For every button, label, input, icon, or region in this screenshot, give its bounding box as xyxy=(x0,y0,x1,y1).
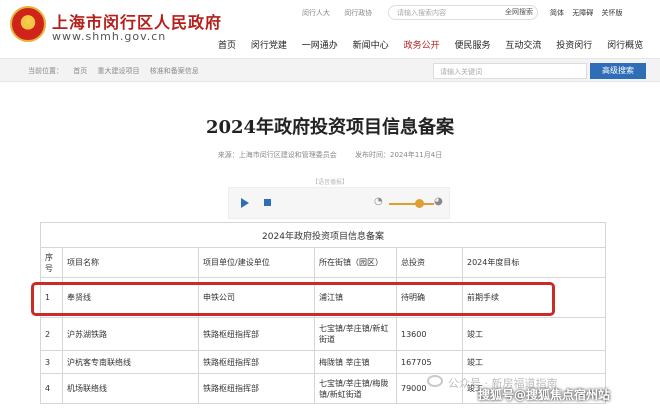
wechat-logo-icon xyxy=(427,375,443,387)
accessibility-link[interactable]: 无障碍 xyxy=(572,9,593,17)
page-title: 2024年政府投资项目信息备案 xyxy=(205,117,455,138)
nav-gov-affairs[interactable]: 政务公开 xyxy=(404,41,440,51)
cell-district: 七宝镇/莘庄镇/新虹街道 xyxy=(314,317,397,351)
table-header-row: 序号 项目名称 项目单位/建设单位 所在街镇（园区） 总投资 2024年度目标 xyxy=(40,247,606,278)
breadcrumb-approval[interactable]: 核准和备案信息 xyxy=(150,67,199,75)
cell-project-name: 沪杭客专南联络线 xyxy=(62,350,199,374)
top-links: 闵行人大 闵行政协 xyxy=(302,8,384,18)
cell-target: 竣工 xyxy=(462,317,606,351)
article-meta: 来源：上海市闵行区建设和管理委员会 发布时间：2024年11月4日 xyxy=(0,150,660,160)
watermark-sohu: 搜狐号@搜狐焦点宿州站 xyxy=(478,388,611,402)
cell-district: 七宝镇/莘庄镇/梅陇镇/新虹街道 xyxy=(314,373,397,404)
cell-index: 4 xyxy=(40,373,63,404)
care-mode-link[interactable]: 关怀版 xyxy=(601,9,622,17)
cell-index: 2 xyxy=(40,317,63,351)
site-search-button[interactable]: 全网搜索 xyxy=(500,5,538,20)
table-caption: 2024年政府投资项目信息备案 xyxy=(40,222,606,248)
breadcrumb-label: 当前位置： xyxy=(28,67,63,75)
header-index: 序号 xyxy=(40,247,63,278)
volume-high-icon: ◕ xyxy=(434,196,443,207)
header-project-name: 项目名称 xyxy=(62,247,199,278)
advanced-search-button[interactable]: 高级搜索 xyxy=(590,63,646,79)
top-link-zhengxie[interactable]: 闵行政协 xyxy=(344,9,372,17)
audio-player: ◔ ◕ xyxy=(228,187,450,219)
site-domain: www.shmh.gov.cn xyxy=(52,30,167,43)
cell-investment: 167705 xyxy=(396,350,463,374)
cell-target: 竣工 xyxy=(462,350,606,374)
lang-simplified[interactable]: 简体 xyxy=(550,9,564,17)
site-header: 上海市闵行区人民政府 www.shmh.gov.cn 闵行人大 闵行政协 请输入… xyxy=(0,0,660,56)
nav-party[interactable]: 闵行党建 xyxy=(251,41,287,51)
table-row: 3 沪杭客专南联络线 铁路枢纽指挥部 梅陇镇 莘庄镇 167705 竣工 xyxy=(40,350,606,374)
keyword-search-input[interactable]: 请输入关键词 xyxy=(433,63,587,79)
main-nav: 首页 闵行党建 一网通办 新闻中心 政务公开 便民服务 互动交流 投资闵行 闵行… xyxy=(218,38,655,51)
top-link-renda[interactable]: 闵行人大 xyxy=(302,9,330,17)
article-date: 发布时间：2024年11月4日 xyxy=(355,151,443,159)
nav-news[interactable]: 新闻中心 xyxy=(353,41,389,51)
nav-home[interactable]: 首页 xyxy=(218,41,236,51)
breadcrumb-bar: 当前位置： 首页 重大建设项目 核准和备案信息 请输入关键词 高级搜索 xyxy=(0,58,660,82)
header-unit: 项目单位/建设单位 xyxy=(198,247,315,278)
volume-low-icon: ◔ xyxy=(374,196,383,207)
nav-convenience[interactable]: 便民服务 xyxy=(454,41,490,51)
national-emblem-logo[interactable] xyxy=(10,6,46,42)
play-icon[interactable] xyxy=(241,198,249,208)
breadcrumb-home[interactable]: 首页 xyxy=(73,67,87,75)
volume-slider-knob[interactable] xyxy=(415,199,424,208)
cell-district: 梅陇镇 莘庄镇 xyxy=(314,350,397,374)
table-row: 2 沪苏湖铁路 铁路枢纽指挥部 七宝镇/莘庄镇/新虹街道 13600 竣工 xyxy=(40,317,606,351)
cell-project-name: 机场联络线 xyxy=(62,373,199,404)
cell-unit: 铁路枢纽指挥部 xyxy=(198,373,315,404)
nav-invest[interactable]: 投资闵行 xyxy=(556,41,592,51)
row-highlight-box xyxy=(31,282,555,316)
breadcrumb: 当前位置： 首页 重大建设项目 核准和备案信息 xyxy=(28,66,207,76)
cell-investment: 13600 xyxy=(396,317,463,351)
cell-project-name: 沪苏湖铁路 xyxy=(62,317,199,351)
cell-index: 3 xyxy=(40,350,63,374)
breadcrumb-projects[interactable]: 重大建设项目 xyxy=(97,67,139,75)
article-source: 来源：上海市闵行区建设和管理委员会 xyxy=(217,151,337,159)
volume-slider[interactable] xyxy=(389,203,434,205)
header-target: 2024年度目标 xyxy=(462,247,606,278)
stop-icon[interactable] xyxy=(264,199,271,206)
cell-unit: 铁路枢纽指挥部 xyxy=(198,350,315,374)
nav-services-online[interactable]: 一网通办 xyxy=(302,41,338,51)
cell-unit: 铁路枢纽指挥部 xyxy=(198,317,315,351)
player-label: 【语音播报】 xyxy=(311,179,348,186)
nav-interaction[interactable]: 互动交流 xyxy=(505,41,541,51)
header-district: 所在街镇（园区） xyxy=(314,247,397,278)
nav-overview[interactable]: 闵行概览 xyxy=(607,41,643,51)
header-investment: 总投资 xyxy=(396,247,463,278)
language-switcher: 简体 无障碍 关怀版 xyxy=(550,8,628,18)
